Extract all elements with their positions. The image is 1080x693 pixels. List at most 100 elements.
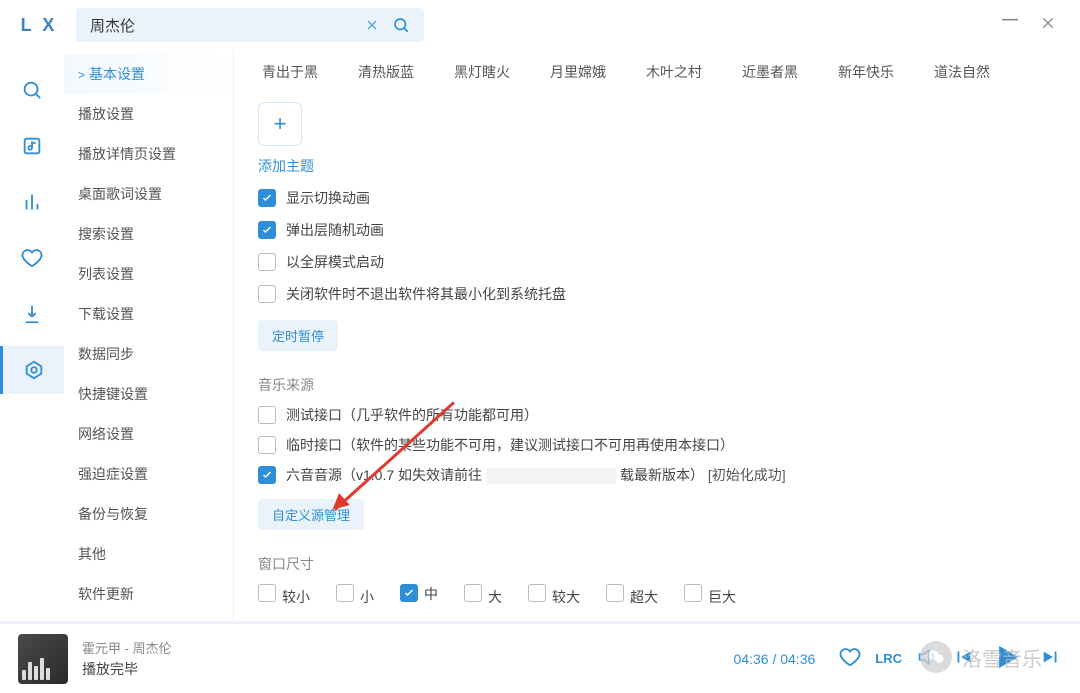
- checkbox-source-test[interactable]: [258, 406, 276, 424]
- sidebar-item-label: 桌面歌词设置: [78, 186, 162, 202]
- section-music-source: 音乐来源: [258, 375, 1056, 395]
- size-label: 巨大: [708, 589, 736, 605]
- radio-size-xxl[interactable]: [606, 584, 624, 602]
- sidebar-item-playback[interactable]: 播放设置: [64, 94, 233, 134]
- sidebar-item-label: 软件更新: [78, 586, 134, 602]
- checkbox-source-liu[interactable]: [258, 466, 276, 484]
- sidebar-item-hotkey[interactable]: 快捷键设置: [64, 374, 233, 414]
- theme-option[interactable]: 月里嫦娥: [550, 62, 606, 82]
- sidebar-item-label: 基本设置: [89, 66, 145, 82]
- sidebar-item-label: 播放详情页设置: [78, 146, 176, 162]
- volume-icon[interactable]: [916, 646, 938, 671]
- minimize-icon[interactable]: —: [1002, 11, 1018, 32]
- sidebar-item-label: 下载设置: [78, 306, 134, 322]
- radio-size-l[interactable]: [464, 584, 482, 602]
- sidebar-item-desklrc[interactable]: 桌面歌词设置: [64, 174, 233, 214]
- album-cover[interactable]: [18, 634, 68, 684]
- sidebar-item-backup[interactable]: 备份与恢复: [64, 494, 233, 534]
- theme-option[interactable]: 黑灯瞎火: [454, 62, 510, 82]
- nav-settings-icon[interactable]: [0, 346, 64, 394]
- size-label: 较小: [282, 589, 310, 605]
- nav-download-icon[interactable]: [0, 290, 64, 338]
- sidebar-item-label: 快捷键设置: [78, 386, 148, 402]
- theme-option[interactable]: 近墨者黑: [742, 62, 798, 82]
- close-icon[interactable]: [1040, 15, 1056, 36]
- theme-option[interactable]: 清热版蓝: [358, 62, 414, 82]
- sidebar-item-label: 搜索设置: [78, 226, 134, 242]
- size-label: 大: [488, 589, 502, 605]
- checkbox-fullscreen-start[interactable]: [258, 253, 276, 271]
- sidebar-item-label: 其他: [78, 546, 106, 562]
- sidebar-item-network[interactable]: 网络设置: [64, 414, 233, 454]
- sidebar-item-label: 列表设置: [78, 266, 134, 282]
- source-label: 六音音源（v1.0.7 如失效请前往载最新版本） [初始化成功]: [286, 465, 786, 485]
- window-size-options: 较小 小 中 大 较大 超大 巨大: [258, 584, 1056, 607]
- source-label: 临时接口（软件的某些功能不可用，建议测试接口不可用再使用本接口）: [286, 435, 734, 455]
- size-label: 较大: [552, 589, 580, 605]
- source-init-status: [初始化成功]: [708, 467, 786, 483]
- track-title: 霍元甲: [82, 641, 121, 656]
- section-window-size: 窗口尺寸: [258, 554, 1056, 574]
- settings-content: 青出于黑 清热版蓝 黑灯瞎火 月里嫦娥 木叶之村 近墨者黑 新年快乐 道法自然 …: [234, 50, 1080, 623]
- radio-size-huge[interactable]: [684, 584, 702, 602]
- nav-songlist-icon[interactable]: [0, 122, 64, 170]
- checkbox-minimize-on-close[interactable]: [258, 285, 276, 303]
- radio-size-m[interactable]: [400, 584, 418, 602]
- player-bar: 霍元甲 - 周杰伦 播放完毕 04:36 / 04:36 LRC: [0, 623, 1080, 693]
- add-theme-button[interactable]: +: [258, 102, 302, 146]
- clear-icon[interactable]: [358, 13, 386, 37]
- sidebar-item-searchset[interactable]: 搜索设置: [64, 214, 233, 254]
- radio-size-xl[interactable]: [528, 584, 546, 602]
- search-input[interactable]: [90, 17, 358, 34]
- checkbox-show-switch-anim[interactable]: [258, 189, 276, 207]
- app-logo: L X: [10, 15, 68, 36]
- size-label: 超大: [630, 589, 658, 605]
- theme-option[interactable]: 木叶之村: [646, 62, 702, 82]
- timed-pause-button[interactable]: 定时暂停: [258, 320, 338, 351]
- source-label: 测试接口（几乎软件的所有功能都可用）: [286, 405, 538, 425]
- sidebar-item-basic[interactable]: >基本设置: [64, 54, 233, 94]
- sidebar-item-label: 播放设置: [78, 106, 134, 122]
- checkbox-source-temp[interactable]: [258, 436, 276, 454]
- sidebar-item-listset[interactable]: 列表设置: [64, 254, 233, 294]
- radio-size-xs[interactable]: [258, 584, 276, 602]
- checkbox-label: 显示切换动画: [286, 188, 370, 208]
- theme-option[interactable]: 新年快乐: [838, 62, 894, 82]
- sidebar-item-downloadset[interactable]: 下载设置: [64, 294, 233, 334]
- lyrics-icon[interactable]: LRC: [875, 651, 902, 666]
- sidebar-item-label: 数据同步: [78, 346, 134, 362]
- nav-iconbar: [0, 50, 64, 623]
- titlebar: L X —: [0, 0, 1080, 50]
- settings-sidebar: >基本设置 播放设置 播放详情页设置 桌面歌词设置 搜索设置 列表设置 下载设置…: [64, 50, 234, 623]
- checkbox-label: 弹出层随机动画: [286, 220, 384, 240]
- size-label: 小: [360, 589, 374, 605]
- theme-option[interactable]: 道法自然: [934, 62, 990, 82]
- play-time: 04:36 / 04:36: [734, 651, 816, 667]
- like-icon[interactable]: [839, 646, 861, 671]
- play-icon[interactable]: [988, 638, 1026, 679]
- sidebar-item-ocd[interactable]: 强迫症设置: [64, 454, 233, 494]
- sidebar-item-label: 强迫症设置: [78, 466, 148, 482]
- track-artist: 周杰伦: [133, 641, 172, 656]
- add-theme-label: 添加主题: [258, 156, 1056, 176]
- sidebar-item-update[interactable]: 软件更新: [64, 574, 233, 614]
- nav-leaderboard-icon[interactable]: [0, 178, 64, 226]
- theme-row: 青出于黑 清热版蓝 黑灯瞎火 月里嫦娥 木叶之村 近墨者黑 新年快乐 道法自然: [258, 56, 1056, 96]
- sidebar-item-sync[interactable]: 数据同步: [64, 334, 233, 374]
- next-track-icon[interactable]: [1040, 646, 1062, 671]
- nav-search-icon[interactable]: [0, 66, 64, 114]
- window-controls: —: [1002, 15, 1070, 36]
- theme-option[interactable]: 青出于黑: [262, 62, 318, 82]
- prev-track-icon[interactable]: [952, 646, 974, 671]
- nav-favorite-icon[interactable]: [0, 234, 64, 282]
- checkbox-label: 以全屏模式启动: [286, 252, 384, 272]
- sidebar-item-playdetail[interactable]: 播放详情页设置: [64, 134, 233, 174]
- checkbox-popup-random-anim[interactable]: [258, 221, 276, 239]
- search-box[interactable]: [76, 8, 424, 42]
- radio-size-s[interactable]: [336, 584, 354, 602]
- custom-source-button[interactable]: 自定义源管理: [258, 499, 364, 530]
- sidebar-item-other[interactable]: 其他: [64, 534, 233, 574]
- checkbox-label: 关闭软件时不退出软件将其最小化到系统托盘: [286, 284, 566, 304]
- search-icon[interactable]: [386, 12, 416, 38]
- size-label: 中: [424, 586, 438, 602]
